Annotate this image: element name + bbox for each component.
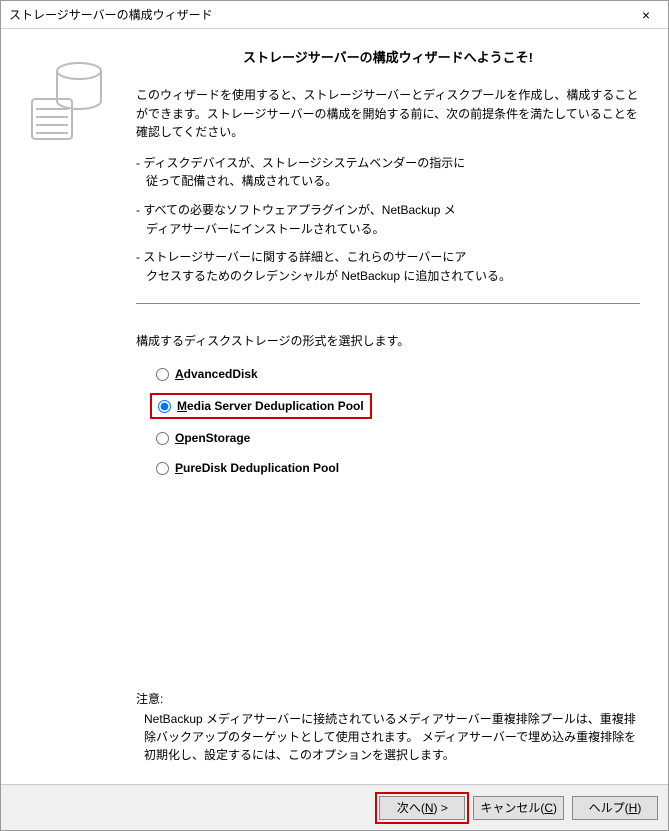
radio-label: Media Server Deduplication Pool [177, 399, 364, 413]
next-button-post: ) > [433, 801, 447, 815]
cancel-button-pre: キャンセル( [480, 801, 544, 815]
radio-input-opt-puredisk[interactable] [156, 462, 169, 475]
prerequisite-item: - ディスクデバイスが、ストレージシステムベンダーの指示に従って配備され、構成さ… [136, 154, 640, 191]
prerequisite-rest: ディアサーバーにインストールされている。 [136, 220, 640, 239]
select-storage-type-label: 構成するディスクストレージの形式を選択します。 [136, 332, 640, 349]
storage-type-options: AdvancedDisk Media Server Deduplication P… [136, 363, 640, 487]
prerequisite-lead: - すべての必要なソフトウェアプラグインが、NetBackup メ [136, 203, 456, 217]
close-button[interactable]: × [626, 3, 666, 27]
radio-input-opt-msdp[interactable] [158, 400, 171, 413]
note-block: 注意: NetBackup メディアサーバーに接続されているメディアサーバー重複… [136, 690, 640, 774]
prerequisite-item: - すべての必要なソフトウェアプラグインが、NetBackup メディアサーバー… [136, 201, 640, 238]
close-icon: × [642, 7, 650, 23]
radio-option-opt-openstorage[interactable]: OpenStorage [150, 427, 640, 449]
help-button-pre: ヘルプ( [589, 801, 629, 815]
note-body: NetBackup メディアサーバーに接続されているメディアサーバー重複排除プー… [136, 710, 640, 764]
prerequisite-rest: クセスするためのクレデンシャルが NetBackup に追加されている。 [136, 267, 640, 286]
wizard-sidebar [1, 29, 126, 784]
storage-server-icon [24, 59, 104, 149]
radio-option-opt-puredisk[interactable]: PureDisk Deduplication Pool [150, 457, 640, 479]
help-button-post: ) [637, 801, 641, 815]
cancel-button-mnemonic: C [544, 801, 553, 815]
radio-label-rest: edia Server Deduplication Pool [187, 399, 364, 413]
radio-label-rest: penStorage [184, 431, 250, 445]
dialog-body: ストレージサーバーの構成ウィザードへようこそ! このウィザードを使用すると、スト… [1, 29, 668, 784]
radio-label-rest: ureDisk Deduplication Pool [183, 461, 339, 475]
intro-paragraph: このウィザードを使用すると、ストレージサーバーとディスクプールを作成し、構成する… [136, 86, 640, 142]
cancel-button-post: ) [553, 801, 557, 815]
separator [136, 303, 640, 304]
radio-input-opt-advanced[interactable] [156, 368, 169, 381]
radio-input-opt-openstorage[interactable] [156, 432, 169, 445]
titlebar: ストレージサーバーの構成ウィザード × [1, 1, 668, 29]
prerequisite-lead: - ストレージサーバーに関する詳細と、これらのサーバーにア [136, 250, 466, 264]
radio-mnemonic: P [175, 461, 183, 475]
radio-mnemonic: A [175, 367, 184, 381]
note-title: 注意: [136, 690, 640, 708]
radio-mnemonic: M [177, 399, 187, 413]
help-button[interactable]: ヘルプ(H) [572, 796, 658, 820]
radio-option-opt-msdp[interactable]: Media Server Deduplication Pool [150, 393, 372, 419]
next-button-pre: 次へ( [397, 801, 425, 815]
prerequisite-rest: 従って配備され、構成されている。 [136, 172, 640, 191]
dialog-footer: 次へ(N) > キャンセル(C) ヘルプ(H) [1, 784, 668, 830]
wizard-content: ストレージサーバーの構成ウィザードへようこそ! このウィザードを使用すると、スト… [126, 29, 668, 784]
welcome-heading: ストレージサーバーの構成ウィザードへようこそ! [136, 47, 640, 66]
next-button[interactable]: 次へ(N) > [379, 796, 465, 820]
window-title: ストレージサーバーの構成ウィザード [9, 6, 626, 23]
prerequisite-item: - ストレージサーバーに関する詳細と、これらのサーバーにアクセスするためのクレデ… [136, 248, 640, 285]
radio-label: AdvancedDisk [175, 367, 258, 381]
radio-label: OpenStorage [175, 431, 250, 445]
prerequisite-lead: - ディスクデバイスが、ストレージシステムベンダーの指示に [136, 156, 465, 170]
radio-label: PureDisk Deduplication Pool [175, 461, 339, 475]
radio-label-rest: dvancedDisk [184, 367, 258, 381]
prerequisites-list: - ディスクデバイスが、ストレージシステムベンダーの指示に従って配備され、構成さ… [136, 154, 640, 296]
radio-option-opt-advanced[interactable]: AdvancedDisk [150, 363, 640, 385]
radio-mnemonic: O [175, 431, 184, 445]
cancel-button[interactable]: キャンセル(C) [473, 796, 564, 820]
